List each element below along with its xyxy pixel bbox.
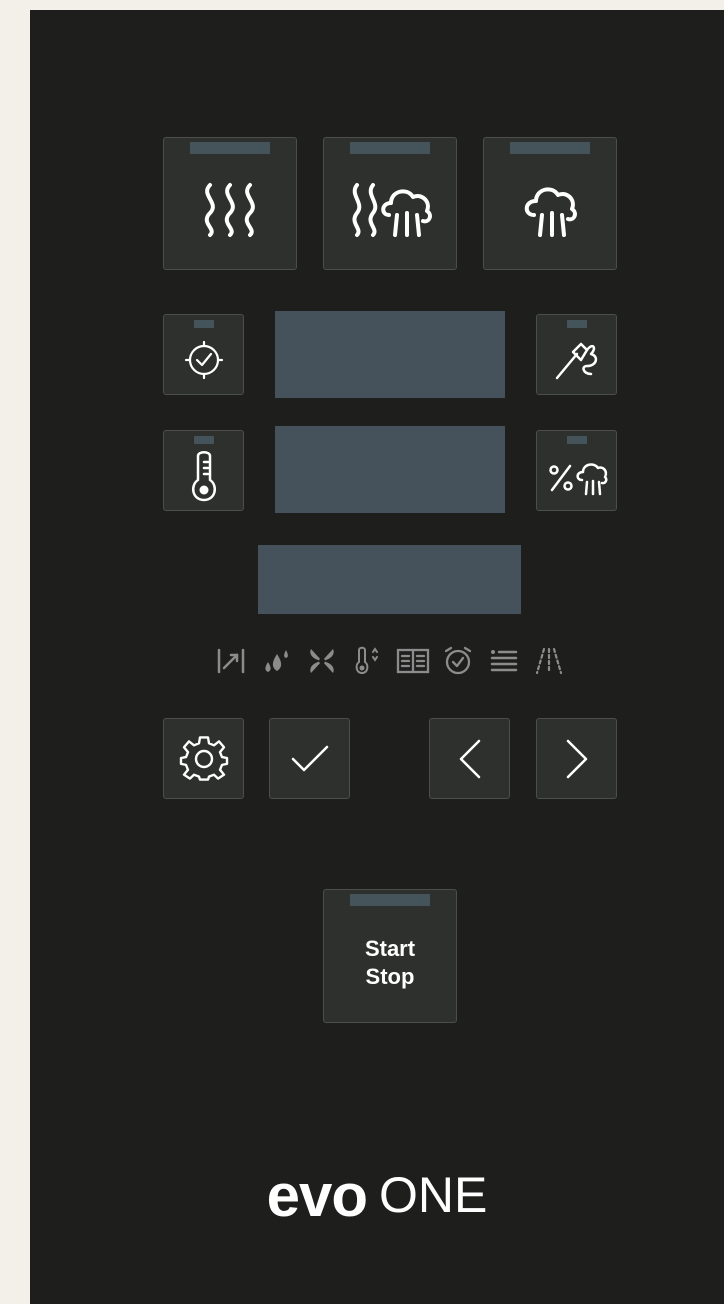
next-button[interactable] <box>536 718 617 799</box>
temperature-button[interactable] <box>163 430 244 511</box>
humidity-button[interactable] <box>536 430 617 511</box>
humidity-percent-icon <box>548 462 607 495</box>
temperature-display <box>275 426 505 513</box>
steam-mode-led <box>510 142 590 154</box>
preheat-icon <box>215 645 247 677</box>
steam-mode-button[interactable] <box>483 137 617 270</box>
convection-mode-led <box>190 142 270 154</box>
cleaning-spray-icon <box>533 645 565 677</box>
humidity-drops-icon <box>260 645 292 677</box>
brand-logo-strong: evo <box>266 1161 368 1229</box>
start-stop-led <box>350 894 430 906</box>
gear-icon <box>179 735 228 781</box>
core-temp-icon <box>351 645 383 677</box>
chevron-right-icon <box>566 739 587 778</box>
check-icon <box>291 745 328 771</box>
thermometer-icon <box>191 450 216 501</box>
convection-mode-button[interactable] <box>163 137 297 270</box>
steam-icon <box>524 186 577 237</box>
status-indicator-row <box>215 645 565 677</box>
program-display <box>258 545 521 614</box>
brand-logo: evo ONE <box>30 1160 724 1230</box>
combi-mode-led <box>350 142 430 154</box>
combi-heat-steam-icon <box>352 182 432 237</box>
timer-led <box>193 320 214 328</box>
previous-button[interactable] <box>429 718 510 799</box>
core-probe-led <box>566 320 587 328</box>
start-stop-button[interactable]: Start Stop <box>323 889 457 1023</box>
timer-button[interactable] <box>163 314 244 395</box>
timer-icon <box>184 340 223 379</box>
humidity-led <box>566 436 587 444</box>
program-list-icon <box>488 645 520 677</box>
confirm-button[interactable] <box>269 718 350 799</box>
time-display <box>275 311 505 398</box>
brand-logo-light: ONE <box>379 1167 488 1223</box>
oven-control-panel: Start Stop evo ONE <box>30 10 724 1304</box>
recipe-book-icon <box>396 645 429 677</box>
temperature-led <box>193 436 214 444</box>
core-probe-icon <box>555 342 597 379</box>
convection-heat-icon <box>204 182 255 237</box>
chevron-left-icon <box>459 739 480 778</box>
start-stop-label: Start Stop <box>364 936 416 989</box>
settings-button[interactable] <box>163 718 244 799</box>
core-probe-button[interactable] <box>536 314 617 395</box>
alarm-clock-icon <box>442 645 474 677</box>
fan-icon <box>306 645 338 677</box>
combi-mode-button[interactable] <box>323 137 457 270</box>
